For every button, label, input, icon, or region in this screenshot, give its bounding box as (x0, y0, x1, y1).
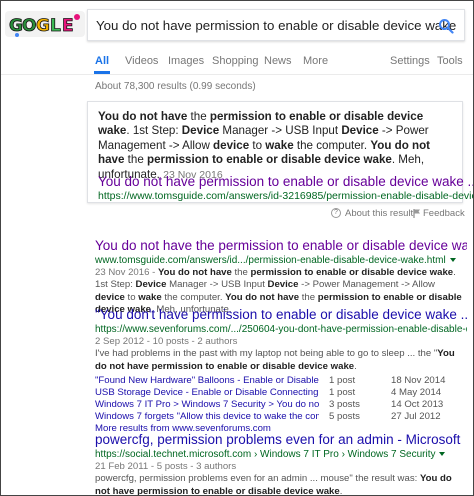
result-title-text: "You don't have permission to enable or … (95, 307, 467, 322)
header: G O G L E You do not have permission to … (1, 1, 473, 49)
sub-result-row: Windows 7 IT Pro > Windows 7 Security > … (95, 399, 467, 411)
result-meta: 21 Feb 2011 - 5 posts - 3 authors (95, 461, 237, 472)
svg-text:L: L (50, 16, 61, 36)
active-tab-indicator (94, 71, 110, 74)
result-meta: 23 Nov 2016 - (95, 267, 158, 278)
result-url: https://www.sevenforums.com/.../250604-y… (95, 323, 467, 336)
svg-text:G: G (9, 16, 23, 36)
svg-text:G: G (36, 16, 50, 36)
chevron-down-icon[interactable] (439, 452, 446, 457)
featured-snippet: You do not have the permission to enable… (87, 101, 473, 203)
result-title-link[interactable]: You do not have the permission to enable… (95, 237, 467, 254)
tab-settings[interactable]: Settings (390, 55, 430, 67)
snippet-title-link[interactable]: You do not have permission to enable or … (98, 174, 473, 189)
question-icon[interactable]: ? (331, 208, 341, 218)
result-url-text: https://social.technet.microsoft.com › W… (95, 449, 436, 460)
result-url: www.tomsguide.com/answers/id.../permissi… (95, 254, 467, 267)
sub-result-posts: 3 posts (329, 399, 360, 411)
sub-result-posts: 1 post (329, 387, 356, 399)
about-this-result-link[interactable]: About this result (345, 208, 413, 219)
result-snippet: 21 Feb 2011 - 5 posts - 3 authors powercf… (95, 461, 452, 496)
result-url-text: https://www.sevenforums.com/.../250604-y… (95, 324, 467, 335)
sub-result-link[interactable]: "Found New Hardware" Balloons - Enable o… (95, 375, 319, 387)
sub-result-date: 18 Nov 2014 (391, 375, 446, 387)
sub-result-date: 4 May 2014 (391, 387, 442, 399)
result-title-link[interactable]: powercfg, permission problems even for a… (95, 431, 467, 448)
snippet-text: You do not have the permission to enable… (98, 110, 431, 181)
sub-result-posts: 1 post (329, 375, 356, 387)
flag-icon[interactable] (413, 209, 421, 218)
snippet-url: https://www.tomsguide.com/answers/id-321… (98, 190, 474, 202)
tab-news[interactable]: News (264, 55, 292, 67)
sub-result-row: USB Storage Device - Enable or Disable C… (95, 387, 467, 399)
search-input[interactable]: You do not have permission to enable or … (87, 9, 465, 41)
svg-text:E: E (62, 16, 74, 36)
sub-result-link[interactable]: Windows 7 forgets "Allow this device to … (95, 411, 319, 423)
sub-result-date: 27 Jul 2012 (391, 411, 441, 423)
tab-videos[interactable]: Videos (125, 55, 158, 67)
svg-text:O: O (22, 16, 36, 36)
browser-frame: G O G L E You do not have permission to … (0, 0, 474, 496)
tab-all[interactable]: All (95, 55, 109, 67)
sub-results: "Found New Hardware" Balloons - Enable o… (95, 375, 467, 423)
result-snippet: 2 Sep 2012 - 10 posts - 2 authors I've ha… (95, 336, 455, 372)
result-title-link[interactable]: "You don't have permission to enable or … (95, 306, 467, 323)
search-result: powercfg, permission problems even for a… (95, 431, 467, 496)
sub-result-link[interactable]: USB Storage Device - Enable or Disable C… (95, 387, 319, 399)
result-url-text: www.tomsguide.com/answers/id.../permissi… (95, 255, 446, 266)
sub-result-row: "Found New Hardware" Balloons - Enable o… (95, 375, 467, 387)
search-icon[interactable] (438, 18, 454, 34)
search-query-text: You do not have permission to enable or … (96, 18, 457, 33)
feedback-link[interactable]: Feedback (423, 208, 465, 219)
results-count: About 78,300 results (0.99 seconds) (95, 81, 256, 92)
tab-tools[interactable]: Tools (437, 55, 463, 67)
search-result: You do not have the permission to enable… (95, 237, 467, 317)
sub-result-date: 14 Oct 2013 (391, 399, 444, 411)
tab-more[interactable]: More (303, 55, 328, 67)
search-tabs: All Videos Images Shopping News More Set… (1, 49, 473, 75)
tab-shopping[interactable]: Shopping (212, 55, 259, 67)
sub-result-link[interactable]: Windows 7 IT Pro > Windows 7 Security > … (95, 399, 319, 411)
tab-images[interactable]: Images (168, 55, 204, 67)
search-result: "You don't have permission to enable or … (95, 306, 467, 435)
chevron-down-icon[interactable] (449, 258, 456, 263)
google-doodle-logo[interactable]: G O G L E (5, 9, 85, 39)
result-meta: 2 Sep 2012 - 10 posts - 2 authors (95, 336, 238, 347)
sub-result-row: Windows 7 forgets "Allow this device to … (95, 411, 467, 423)
snippet-feedback-row: ? About this result Feedback (327, 208, 467, 220)
sub-result-posts: 5 posts (329, 411, 360, 423)
result-url: https://social.technet.microsoft.com › W… (95, 448, 467, 461)
